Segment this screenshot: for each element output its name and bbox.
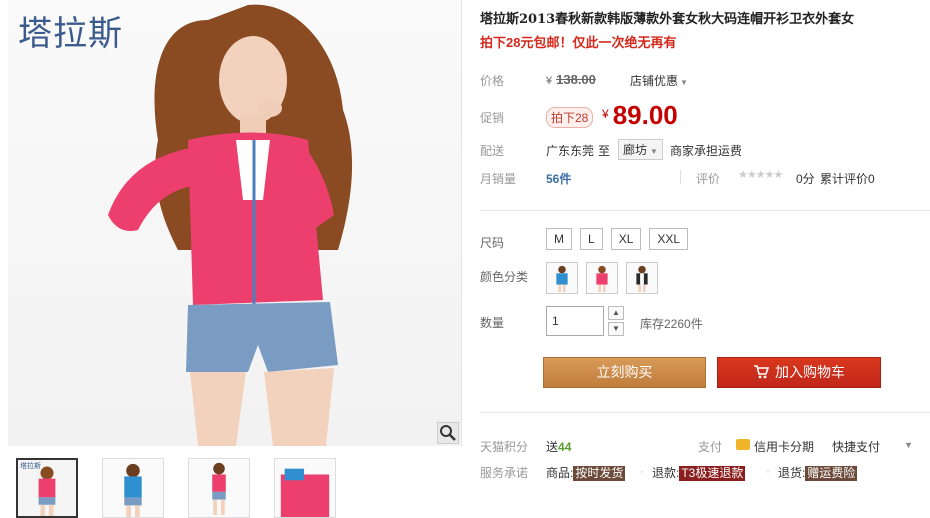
chevron-down-icon: ▼ (650, 147, 658, 156)
points-number: 44 (558, 440, 572, 454)
size-options: M L XL XXL (546, 228, 689, 250)
review-score: 0分 (796, 172, 815, 186)
price-label: 价格 (480, 74, 505, 88)
currency-symbol: ¥ (546, 75, 553, 87)
buy-now-button[interactable]: 立刻购买 (543, 357, 706, 388)
ship-from: 广东东莞 (546, 144, 595, 158)
service-label: 服务承诺 (480, 466, 529, 480)
quantity-decrease-button[interactable]: ▼ (608, 322, 624, 336)
monthly-sales-label: 月销量 (480, 172, 517, 186)
promo-tag: 拍下28 (546, 107, 594, 128)
chevron-down-icon: ▼ (680, 78, 688, 87)
product-title: 塔拉斯2013春秋新款韩版薄款外套女秋大码连帽开衫卫衣外套女 (480, 12, 855, 27)
promo-label: 促销 (480, 111, 505, 125)
service-goods: 商品: 按时发货 (546, 464, 626, 481)
section-divider (480, 210, 930, 211)
service-goods-label: 商品: (546, 466, 574, 480)
color-option-pink[interactable] (586, 262, 618, 294)
service-return-label: 退货: (778, 466, 806, 480)
shop-discount-dropdown[interactable]: 店铺优惠 ▼ (630, 72, 688, 89)
size-option-xl[interactable]: XL (610, 228, 642, 250)
section-divider (480, 412, 930, 413)
size-label: 尺码 (480, 236, 505, 250)
color-options (546, 262, 658, 294)
product-info-panel: 塔拉斯2013春秋新款韩版薄款外套女秋大码连帽开衫卫衣外套女 拍下28元包邮！仅… (480, 0, 930, 518)
ship-to: 至 (598, 144, 611, 158)
thumbnail-strip: 塔拉斯 (16, 458, 462, 518)
product-subtitle: 拍下28元包邮！仅此一次绝无再有 (480, 35, 677, 50)
rating-stars-icon: ★★★★★ (738, 169, 783, 181)
separator: · (766, 464, 770, 478)
size-option-l[interactable]: L (580, 228, 603, 250)
monthly-sales-count: 56件 (546, 172, 572, 186)
shipping-note: 商家承担运费 (670, 144, 743, 158)
service-refund-label: 退款: (652, 466, 680, 480)
service-refund: 退款: T3极速退款 (652, 464, 746, 481)
original-price: ¥138.00 (546, 72, 596, 87)
points-prefix: 送 (546, 440, 559, 454)
stock-count: 库存2260件 (640, 317, 703, 331)
brand-logo: 塔拉斯 (18, 14, 123, 54)
thumbnail-3[interactable] (188, 458, 250, 518)
original-price-value: 138.00 (556, 72, 596, 87)
promo-currency: ¥ (602, 107, 609, 121)
model-photo (108, 4, 353, 446)
quick-pay[interactable]: 快捷支付 (832, 438, 880, 455)
service-refund-badge[interactable]: T3极速退款 (679, 466, 746, 481)
size-option-xxl[interactable]: XXL (649, 228, 689, 250)
chevron-down-icon[interactable]: ▼ (904, 440, 913, 450)
divider (680, 170, 681, 184)
shop-discount-label: 店铺优惠 (630, 74, 679, 88)
size-option-m[interactable]: M (546, 228, 572, 250)
ship-city-value: 廊坊 (623, 143, 648, 157)
shipping-label: 配送 (480, 144, 505, 158)
add-to-cart-button[interactable]: 加入购物车 (717, 357, 881, 388)
cart-icon (753, 360, 770, 389)
service-return-badge[interactable]: 赠运费险 (805, 466, 858, 481)
service-goods-badge[interactable]: 按时发货 (573, 466, 626, 481)
thumbnail-4[interactable] (274, 458, 336, 518)
quantity-increase-button[interactable]: ▲ (608, 306, 624, 320)
add-to-cart-label: 加入购物车 (775, 364, 845, 380)
review-label: 评价 (696, 172, 721, 186)
color-option-blue[interactable] (546, 262, 578, 294)
thumbnail-1[interactable]: 塔拉斯 (16, 458, 78, 518)
thumbnail-logo: 塔拉斯 (20, 463, 41, 470)
promo-price-value: 89.00 (612, 100, 678, 130)
promo-price: ¥89.00 (602, 100, 678, 131)
credit-card-installment[interactable]: 信用卡分期 (754, 438, 814, 455)
separator: · (640, 464, 644, 478)
color-option-black[interactable] (626, 262, 658, 294)
main-product-image[interactable]: 塔拉斯 (8, 0, 462, 446)
quantity-label: 数量 (480, 316, 505, 330)
zoom-icon[interactable] (437, 422, 459, 444)
tmall-points-label: 天猫积分 (480, 440, 529, 454)
payment-label: 支付 (698, 440, 723, 454)
quantity-input[interactable]: 1 (546, 306, 604, 336)
credit-card-icon (736, 439, 750, 450)
thumbnail-2[interactable] (102, 458, 164, 518)
tmall-points-value: 送44 (546, 438, 571, 455)
service-return: 退货: 赠运费险 (778, 464, 858, 481)
product-gallery: 塔拉斯 塔拉斯 (8, 0, 462, 518)
ship-city-select[interactable]: 廊坊 ▼ (618, 139, 663, 160)
review-total-link[interactable]: 累计评价0 (820, 170, 875, 187)
color-label: 颜色分类 (480, 270, 529, 284)
